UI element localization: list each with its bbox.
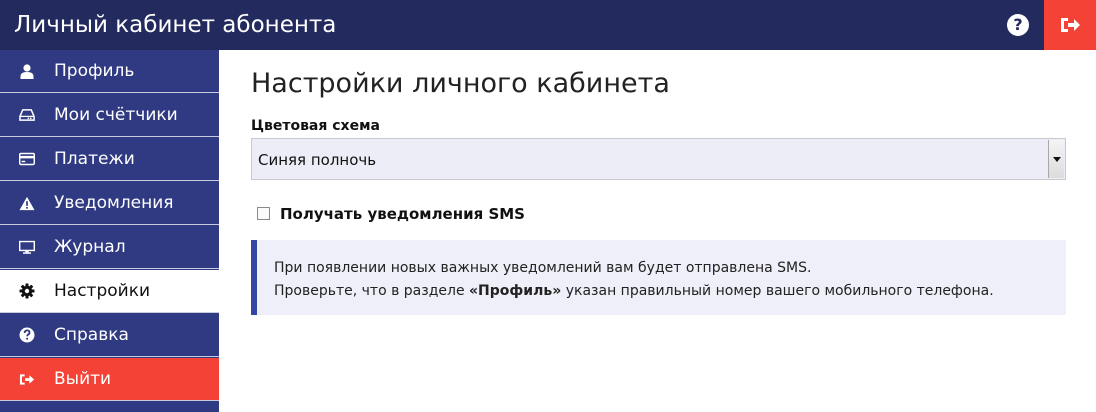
info-text-suffix: указан правильный номер вашего мобильног… <box>561 283 994 299</box>
sidebar-item-label: Профиль <box>54 61 135 81</box>
sign-out-icon <box>1061 18 1080 32</box>
sign-out-icon <box>19 371 35 387</box>
page-title: Настройки личного кабинета <box>251 68 670 99</box>
sidebar: Профиль Мои счётчики Платежи Уведомления… <box>0 50 219 412</box>
logout-button[interactable] <box>1044 0 1096 50</box>
color-scheme-value: Синяя полночь <box>258 151 377 169</box>
question-circle-icon: ? <box>1007 14 1029 36</box>
sidebar-item-meters[interactable]: Мои счётчики <box>0 94 219 137</box>
sidebar-item-label: Журнал <box>54 237 126 257</box>
gear-icon <box>19 283 35 299</box>
monitor-icon <box>19 239 35 255</box>
sidebar-item-label: Справка <box>54 325 129 345</box>
sms-info-box: При появлении новых важных уведомлений в… <box>251 240 1066 315</box>
color-scheme-select[interactable]: Синяя полночь <box>251 138 1066 180</box>
main-content: Настройки личного кабинета Цветовая схем… <box>219 50 1096 412</box>
help-button[interactable]: ? <box>996 0 1040 50</box>
info-text-prefix: Проверьте, что в разделе <box>274 283 470 299</box>
warning-icon <box>19 195 35 211</box>
chevron-down-icon[interactable] <box>1048 140 1064 178</box>
sidebar-item-notifications[interactable]: Уведомления <box>0 182 219 225</box>
question-circle-icon <box>19 327 35 343</box>
sidebar-item-label: Настройки <box>54 281 151 301</box>
top-bar: Личный кабинет абонента ? <box>0 0 1096 50</box>
sidebar-item-label: Мои счётчики <box>54 105 178 125</box>
credit-card-icon <box>19 151 35 167</box>
sidebar-item-label: Выйти <box>54 369 112 389</box>
sms-checkbox[interactable] <box>257 207 270 220</box>
sidebar-item-profile[interactable]: Профиль <box>0 50 219 93</box>
info-text-line: Проверьте, что в разделе «Профиль» указа… <box>274 283 994 299</box>
sidebar-item-help[interactable]: Справка <box>0 314 219 357</box>
sidebar-item-label: Платежи <box>54 149 135 169</box>
user-icon <box>19 63 35 79</box>
sidebar-item-exit[interactable]: Выйти <box>0 358 219 401</box>
sidebar-item-payments[interactable]: Платежи <box>0 138 219 181</box>
info-text-line: При появлении новых важных уведомлений в… <box>274 260 812 276</box>
sms-checkbox-label[interactable]: Получать уведомления SMS <box>280 205 525 223</box>
app-title: Личный кабинет абонента <box>14 12 337 38</box>
sidebar-item-settings[interactable]: Настройки <box>0 270 219 313</box>
sidebar-item-label: Уведомления <box>54 193 174 213</box>
profile-reference: «Профиль» <box>469 283 562 299</box>
sidebar-item-journal[interactable]: Журнал <box>0 226 219 269</box>
color-scheme-label: Цветовая схема <box>251 118 380 134</box>
meter-icon <box>19 107 35 123</box>
